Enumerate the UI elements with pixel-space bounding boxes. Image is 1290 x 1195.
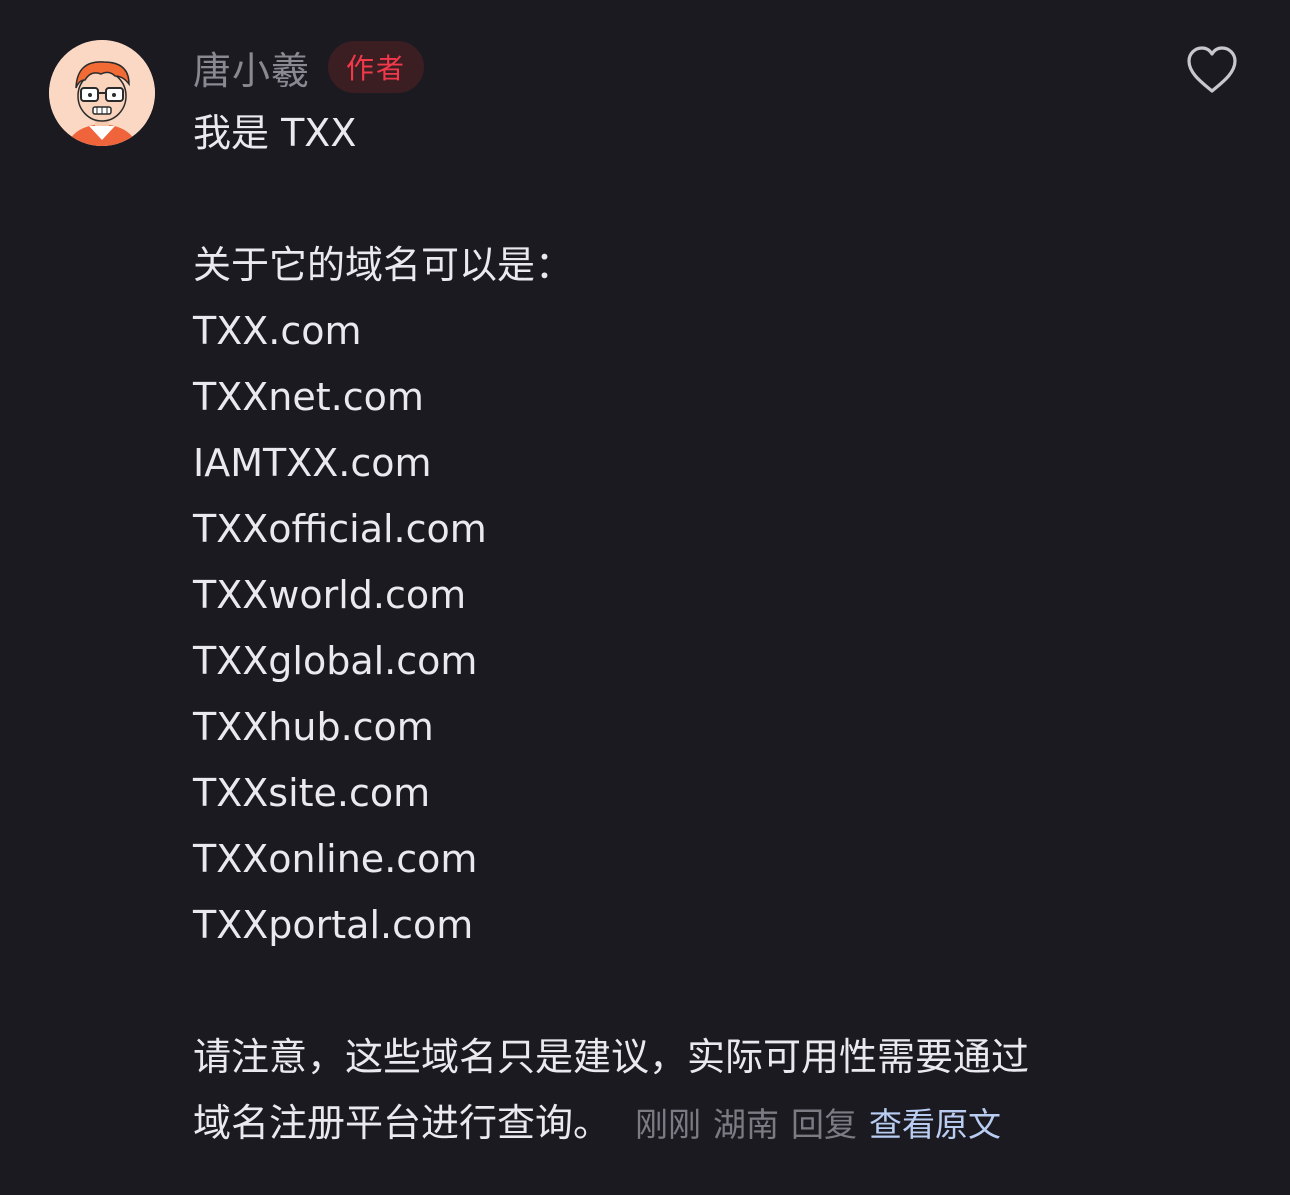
domain-item: TXX.com xyxy=(193,309,362,353)
comment-meta: 刚刚 湖南 回复 查看原文 xyxy=(635,1105,1013,1144)
domain-item: TXXglobal.com xyxy=(193,639,478,683)
domain-item: TXXportal.com xyxy=(193,903,474,947)
note-line-1: 请注意，这些域名只是建议，实际可用性需要通过 xyxy=(193,1035,1030,1079)
like-button[interactable] xyxy=(1184,44,1240,96)
username[interactable]: 唐小羲 xyxy=(193,40,310,95)
reply-button[interactable]: 回复 xyxy=(791,1105,857,1144)
domain-item: TXXnet.com xyxy=(193,375,424,419)
domain-item: TXXonline.com xyxy=(193,837,478,881)
view-original-link[interactable]: 查看原文 xyxy=(869,1105,1001,1144)
domain-list-heading: 关于它的域名可以是： xyxy=(193,243,574,287)
comment-intro: 我是 TXX xyxy=(193,111,357,155)
domain-item: TXXworld.com xyxy=(193,573,467,617)
note-line-2: 域名注册平台进行查询。 刚刚 湖南 回复 查看原文 xyxy=(193,1090,1133,1156)
comment-header: 唐小羲 作者 xyxy=(193,40,425,95)
comment-time: 刚刚 xyxy=(635,1105,702,1144)
domain-list: TXX.com TXXnet.com IAMTXX.com TXXofficia… xyxy=(193,298,1133,958)
user-avatar[interactable] xyxy=(49,40,155,146)
comment-body: 我是 TXX 关于它的域名可以是： TXX.com TXXnet.com IAM… xyxy=(193,100,1133,1156)
domain-item: TXXsite.com xyxy=(193,771,431,815)
note-line-2-text: 域名注册平台进行查询。 xyxy=(193,1101,612,1145)
domain-item: TXXhub.com xyxy=(193,705,434,749)
avatar-illustration xyxy=(49,40,155,146)
heart-outline-icon xyxy=(1187,46,1237,93)
domain-item: TXXofficial.com xyxy=(193,507,487,551)
author-badge: 作者 xyxy=(328,41,425,93)
comment-location: 湖南 xyxy=(713,1105,780,1144)
domain-item: IAMTXX.com xyxy=(193,441,432,485)
